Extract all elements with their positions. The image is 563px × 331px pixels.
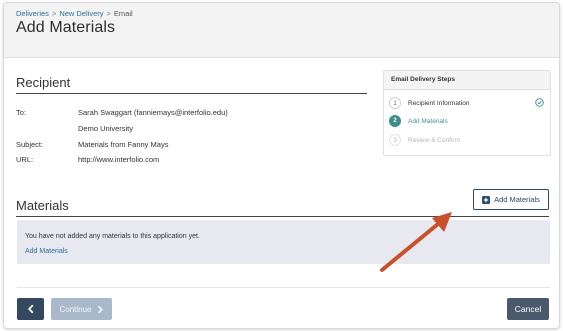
step-label: Recipient Information xyxy=(408,99,470,107)
recipient-divider xyxy=(16,93,367,94)
url-value: http://www.interfolio.com xyxy=(78,155,160,164)
breadcrumb-current: Email xyxy=(113,9,133,18)
continue-label: Continue xyxy=(59,304,92,314)
empty-message: You have not added any materials to this… xyxy=(25,233,200,240)
delivery-steps-panel: Email Delivery Steps 1 Recipient Informa… xyxy=(383,70,551,156)
check-circle-icon xyxy=(535,98,544,107)
materials-heading: Materials xyxy=(16,198,69,213)
step-label: Add Materials xyxy=(408,117,448,125)
step-review-confirm: 3 Review & Confirm xyxy=(389,134,460,146)
breadcrumb-separator: > xyxy=(51,9,57,18)
breadcrumb-separator: > xyxy=(106,9,111,18)
materials-divider xyxy=(16,216,549,217)
add-materials-button[interactable]: Add Materials xyxy=(473,189,549,210)
cancel-label: Cancel xyxy=(514,304,542,314)
breadcrumb-new-delivery[interactable]: New Delivery xyxy=(59,9,103,18)
page-title: Add Materials xyxy=(16,19,116,36)
step-label: Review & Confirm xyxy=(408,136,461,144)
annotation-arrow xyxy=(380,212,452,272)
plus-square-icon xyxy=(482,195,491,204)
to-value: Sarah Swaggart (fanniemays@interfolio.ed… xyxy=(78,108,228,117)
add-materials-label: Add Materials xyxy=(494,195,540,204)
chevron-right-icon xyxy=(97,305,103,313)
back-button[interactable] xyxy=(17,298,44,320)
breadcrumb: Deliveries > New Delivery > Email xyxy=(16,9,133,18)
breadcrumb-deliveries[interactable]: Deliveries xyxy=(16,9,49,18)
step-recipient-information[interactable]: 1 Recipient Information xyxy=(389,97,469,109)
recipient-heading: Recipient xyxy=(16,75,71,90)
subject-label: Subject: xyxy=(16,140,44,149)
step-add-materials[interactable]: 2 Add Materials xyxy=(389,115,448,127)
subject-value: Materials from Fanny Mays xyxy=(78,140,169,149)
footer-divider xyxy=(17,287,550,288)
materials-empty-state: You have not added any materials to this… xyxy=(17,220,550,264)
continue-button[interactable]: Continue xyxy=(51,298,112,320)
url-label: URL: xyxy=(16,155,34,164)
step-number: 2 xyxy=(389,115,401,127)
page-header: Deliveries > New Delivery > Email Add Materi… xyxy=(4,3,559,58)
step-number: 3 xyxy=(389,134,401,146)
add-materials-link[interactable]: Add Materials xyxy=(25,248,68,255)
to-label: To: xyxy=(16,108,27,117)
chevron-left-icon xyxy=(27,304,33,314)
institution-value: Demo University xyxy=(78,124,134,133)
app-window: Deliveries > New Delivery > Email Add Materi… xyxy=(3,2,560,329)
cancel-button[interactable]: Cancel xyxy=(507,298,549,320)
steps-title: Email Delivery Steps xyxy=(384,71,550,90)
step-number: 1 xyxy=(389,97,401,109)
